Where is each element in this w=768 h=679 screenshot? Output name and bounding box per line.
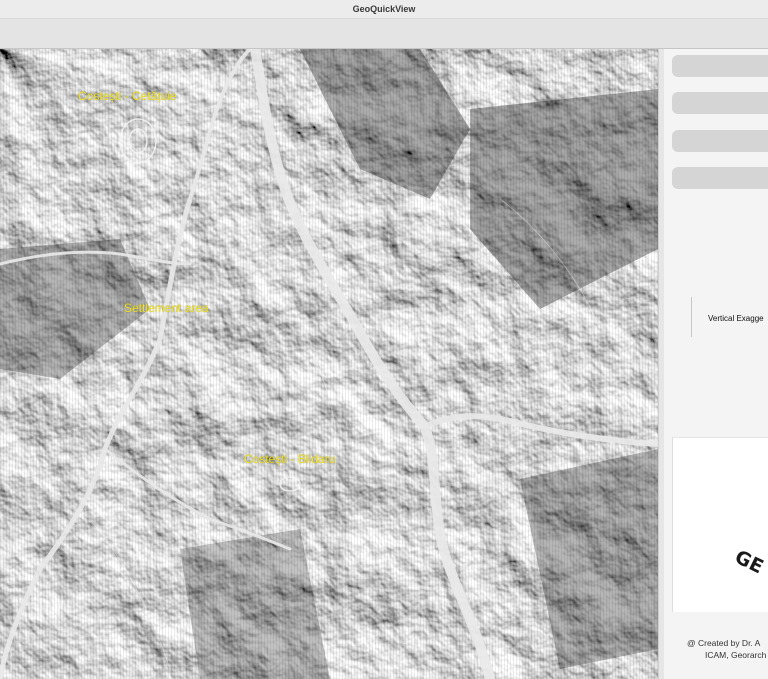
panel-button-1[interactable] — [672, 55, 768, 77]
credits: @ Created by Dr. A ICAM, Georarch — [664, 637, 768, 661]
hillshade-terrain — [0, 49, 658, 679]
panel-button-2[interactable] — [672, 92, 768, 114]
window-title-bar: GeoQuickView — [0, 0, 768, 19]
toolbar — [0, 19, 768, 49]
panel-button-3[interactable] — [672, 130, 768, 152]
credit-line-2: ICAM, Georarch — [705, 650, 767, 660]
app-logo: ⁺ GE — [672, 437, 768, 612]
map-label-costesti-blidaru: Costești - Blidaru — [244, 452, 336, 466]
vertical-exaggeration-group-line — [691, 297, 692, 337]
window-title: GeoQuickView — [352, 4, 416, 14]
hillshade-map-view[interactable]: Costești - Cetățuie Settlement area Cost… — [0, 49, 658, 679]
map-label-costesti-cetatuie: Costești - Cetățuie — [78, 89, 177, 103]
logo-text: GE — [731, 546, 767, 579]
credit-line-1: @ Created by Dr. A — [687, 638, 761, 648]
vertical-exaggeration-label: Vertical Exagge — [708, 314, 764, 323]
panel-button-4[interactable] — [672, 167, 768, 189]
control-panel: Vertical Exagge ⁺ GE @ Created by Dr. A … — [664, 49, 768, 679]
map-label-settlement-area: Settlement area — [124, 301, 209, 315]
